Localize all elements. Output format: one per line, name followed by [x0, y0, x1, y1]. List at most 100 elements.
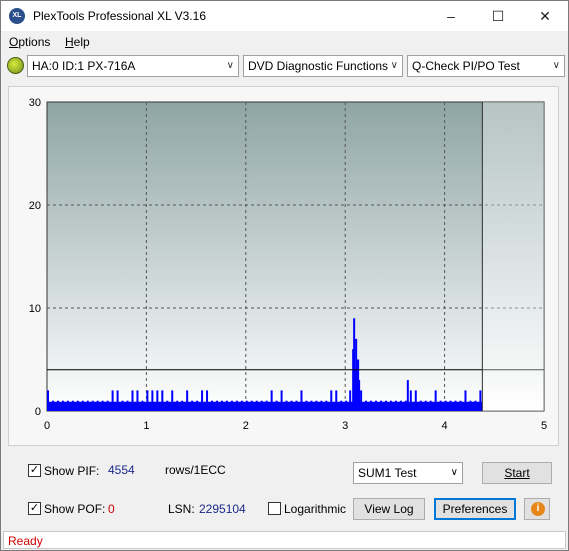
title-bar[interactable]: XL PlexTools Professional XL V3.16 – ☐ ✕	[1, 1, 568, 31]
data-bar	[375, 400, 378, 411]
data-bar	[300, 390, 303, 411]
data-bar	[186, 390, 189, 411]
data-bar	[295, 400, 298, 411]
show-pif-checkbox[interactable]: ✓	[28, 464, 41, 477]
data-bar	[220, 400, 223, 411]
data-bar	[285, 400, 288, 411]
data-bar	[479, 390, 482, 411]
pif-value: 4554	[108, 463, 135, 477]
test-select[interactable]: Q-Check PI/PO Test ∨	[407, 55, 565, 77]
data-bar	[181, 400, 184, 411]
data-bar	[136, 390, 139, 411]
data-bar	[310, 400, 313, 411]
data-bar	[201, 390, 204, 411]
data-bar	[454, 400, 457, 411]
data-bar	[235, 400, 238, 411]
pof-value: 0	[108, 502, 115, 516]
data-bar	[71, 400, 74, 411]
data-bar	[116, 390, 119, 411]
data-bar	[260, 400, 263, 411]
data-bar	[121, 400, 124, 411]
data-bar	[358, 380, 361, 411]
data-bar	[66, 400, 69, 411]
data-bar	[56, 400, 59, 411]
data-bar	[146, 390, 149, 411]
menu-options[interactable]: Options	[9, 35, 50, 49]
menu-help[interactable]: Help	[65, 35, 90, 49]
info-button[interactable]: i	[524, 498, 550, 520]
y-tick-label: 20	[29, 200, 41, 212]
x-tick-label: 4	[442, 420, 448, 432]
maximize-icon[interactable]: ☐	[475, 1, 521, 31]
data-bar	[191, 400, 194, 411]
data-bar	[414, 390, 417, 411]
data-bar	[240, 400, 243, 411]
data-bar	[335, 390, 338, 411]
data-bar	[449, 400, 452, 411]
data-bar	[255, 400, 258, 411]
data-bar	[81, 400, 84, 411]
controls-panel: ✓ Show PIF: 4554 rows/1ECC SUM1 Test ∨ S…	[8, 451, 559, 526]
preferences-button-label: Preferences	[442, 502, 508, 516]
close-icon[interactable]: ✕	[522, 1, 568, 31]
data-bar	[474, 400, 477, 411]
data-bar	[290, 400, 293, 411]
view-log-button-label: View Log	[364, 502, 414, 516]
data-bar	[365, 400, 368, 411]
test-select-value: Q-Check PI/PO Test	[412, 59, 520, 73]
y-tick-label: 10	[29, 303, 41, 315]
data-bar	[305, 400, 308, 411]
data-bar	[360, 390, 363, 411]
data-bar	[330, 390, 333, 411]
data-bar	[444, 400, 447, 411]
function-select[interactable]: DVD Diagnostic Functions ∨	[243, 55, 403, 77]
pif-unit: rows/1ECC	[165, 463, 226, 477]
x-tick-label: 0	[44, 420, 50, 432]
data-bar	[131, 390, 134, 411]
y-tick-label: 30	[29, 97, 41, 109]
data-bar	[171, 390, 174, 411]
data-bar	[51, 400, 54, 411]
data-bar	[280, 390, 283, 411]
status-text: Ready	[8, 534, 43, 548]
chevron-down-icon: ∨	[390, 60, 398, 71]
data-bar	[265, 400, 268, 411]
start-button[interactable]: Start	[482, 462, 552, 484]
logarithmic-checkbox[interactable]	[268, 502, 281, 515]
drive-select[interactable]: HA:0 ID:1 PX-716A ∨	[27, 55, 239, 77]
view-log-button[interactable]: View Log	[353, 498, 425, 520]
sum-test-select[interactable]: SUM1 Test ∨	[353, 462, 463, 484]
app-window: XL PlexTools Professional XL V3.16 – ☐ ✕…	[0, 0, 569, 551]
data-bar	[230, 400, 233, 411]
minimize-icon[interactable]: –	[428, 1, 474, 31]
toolbar: HA:0 ID:1 PX-716A ∨ DVD Diagnostic Funct…	[1, 53, 568, 79]
plot-area	[46, 101, 545, 412]
data-bar	[166, 400, 169, 411]
data-bar	[245, 400, 248, 411]
data-bar	[379, 400, 382, 411]
data-bar	[429, 400, 432, 411]
data-bar	[111, 390, 114, 411]
data-bar	[320, 400, 323, 411]
data-bar	[211, 400, 214, 411]
data-bar	[409, 390, 412, 411]
y-tick-label: 0	[35, 406, 41, 418]
show-pof-checkbox[interactable]: ✓	[28, 502, 41, 515]
unscanned-area	[482, 102, 544, 411]
data-bar	[176, 400, 179, 411]
data-bar	[315, 400, 318, 411]
preferences-button[interactable]: Preferences	[434, 498, 516, 520]
show-pof-label: Show POF:	[44, 502, 106, 516]
chart-panel: 0 1 2 3 4 5 0 10 20 30	[8, 86, 559, 446]
data-bar	[126, 400, 129, 411]
data-bar	[96, 400, 99, 411]
data-bar	[349, 390, 352, 411]
data-bar	[141, 400, 144, 411]
chevron-down-icon: ∨	[450, 467, 458, 478]
data-bar	[206, 390, 209, 411]
data-bar	[399, 400, 402, 411]
data-bar	[370, 400, 373, 411]
data-bar	[434, 390, 437, 411]
chevron-down-icon: ∨	[226, 60, 234, 71]
data-bar	[101, 400, 104, 411]
